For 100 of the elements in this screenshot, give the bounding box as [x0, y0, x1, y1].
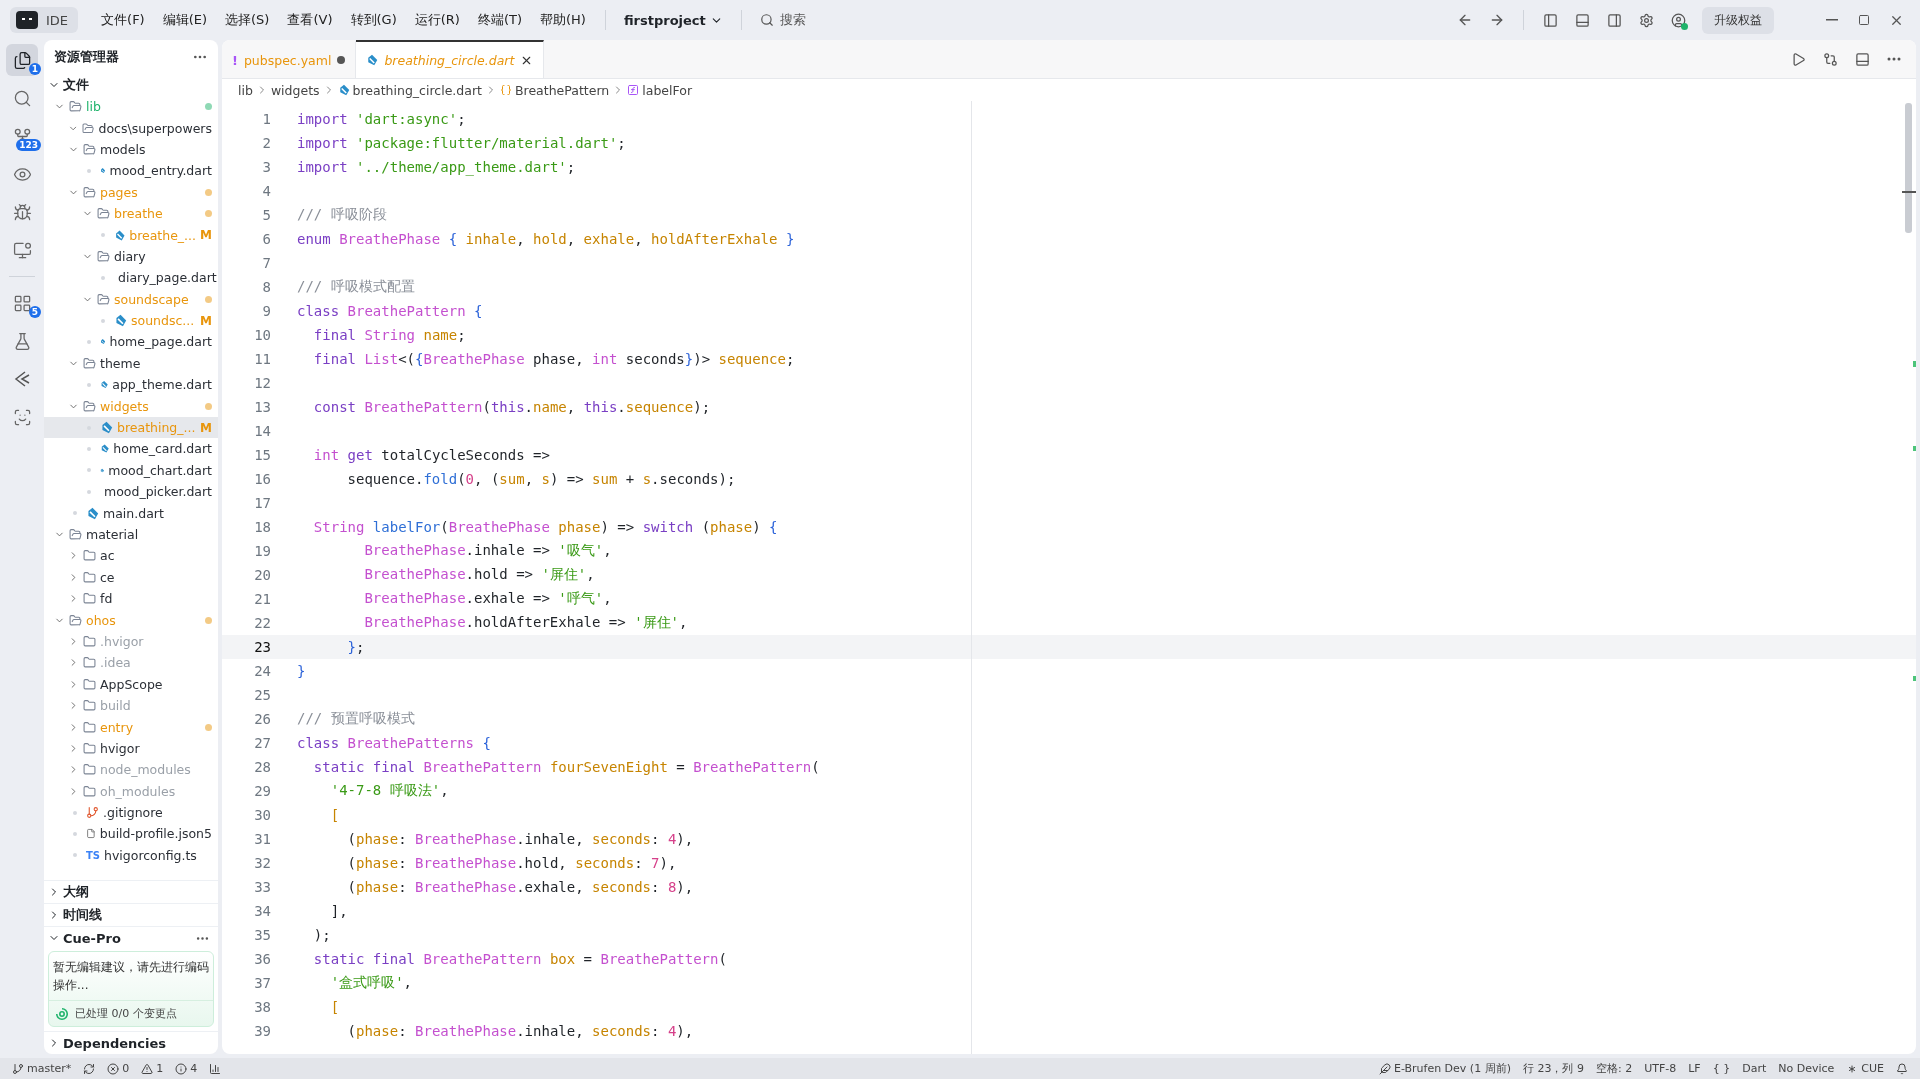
file-name: diary [114, 248, 147, 264]
line-number: 12 [253, 375, 272, 391]
status-item[interactable]: Dart [1742, 1062, 1767, 1075]
upgrade-button[interactable]: 升级权益 [1702, 6, 1774, 34]
file-name: hvigorconfig.ts [104, 847, 198, 863]
tree-item[interactable]: .gitignore [44, 801, 218, 824]
status-item[interactable]: 4 [175, 1062, 198, 1075]
menu-item[interactable]: 文件(F) [94, 7, 152, 33]
file-icon [86, 827, 96, 841]
breadcrumb-item[interactable]: breathing_circle.dart [337, 82, 482, 98]
activity-button[interactable]: 5 [6, 287, 38, 319]
tree-item[interactable]: TS hvigorconfig.ts [44, 844, 218, 867]
folder-icon [83, 549, 96, 563]
feather-icon [1378, 1062, 1391, 1075]
tree-item[interactable]: AppScope [44, 673, 218, 695]
grid-icon [12, 293, 32, 313]
status-item[interactable] [83, 1062, 96, 1075]
search-field[interactable]: 搜索 [753, 7, 812, 33]
breadcrumb-item[interactable]: widgets [270, 82, 320, 98]
tree-item[interactable]: ce [44, 566, 218, 588]
status-item[interactable]: { } [1712, 1062, 1731, 1075]
code-line: /// 呼吸阶段 [297, 206, 387, 224]
app-logo[interactable]: IDE [10, 7, 79, 33]
status-item[interactable]: LF [1688, 1062, 1701, 1075]
class-icon [500, 84, 512, 96]
folder-icon [83, 656, 96, 670]
git-icon [86, 806, 99, 820]
bullet-icon [87, 168, 91, 173]
tree-item[interactable]: theme [44, 352, 218, 375]
section-header[interactable]: Cue-Pro [44, 926, 218, 949]
tree-item[interactable]: mood_entry.dart [44, 160, 218, 182]
tree-item[interactable]: main.dart [44, 502, 218, 524]
tree-item[interactable]: hvigor [44, 737, 218, 760]
tree-item[interactable]: fd [44, 588, 218, 610]
tree-item[interactable]: home_card.dart [44, 438, 218, 460]
menu-item[interactable]: 查看(V) [280, 7, 340, 33]
tree-item[interactable]: docs\superpowers [44, 117, 218, 139]
line-number: 9 [261, 303, 272, 319]
code-line: String labelFor(BreathePhase phase) => switch (phase) { [312, 519, 778, 535]
status-item[interactable]: CUE [1846, 1062, 1884, 1075]
section-header[interactable]: 文件 [44, 74, 218, 96]
menu-item[interactable]: 运行(R) [407, 7, 467, 33]
file-name: build [100, 698, 132, 714]
breadcrumb-item[interactable]: lib [238, 82, 253, 98]
file-name: material [86, 527, 140, 542]
breadcrumb-item[interactable]: labelFor [627, 82, 693, 98]
tree-item[interactable]: mood_picker.dart [44, 481, 218, 503]
ts-icon: TS [86, 849, 100, 861]
status-item[interactable]: UTF-8 [1644, 1062, 1677, 1075]
project-selector[interactable]: firstproject [617, 8, 729, 32]
line-number: 10 [253, 327, 272, 343]
status-item[interactable] [1896, 1062, 1908, 1075]
status-item[interactable]: No Device [1778, 1062, 1835, 1075]
tree-item[interactable]: mood_chart.dart [44, 459, 218, 482]
warning-icon [141, 1062, 154, 1075]
line-number: 1 [261, 111, 272, 127]
status-item[interactable]: 空格: 2 [1595, 1061, 1633, 1076]
activity-button[interactable]: 1 [6, 44, 38, 76]
code-line: }; [346, 639, 365, 655]
menu-item[interactable]: 帮助(H) [533, 7, 593, 33]
file-name: soundsc... [131, 313, 196, 329]
tree-item[interactable]: app_theme.dart [44, 374, 218, 396]
status-item[interactable]: 行 23，列 9 [1522, 1061, 1584, 1076]
code-line: int get totalCycleSeconds => [312, 447, 550, 463]
status-item[interactable]: E-Brufen Dev (1 周前) [1378, 1061, 1511, 1076]
bell-icon [1896, 1062, 1908, 1075]
dart-file-icon [337, 84, 350, 96]
code-line: final String name; [312, 327, 466, 343]
section-header[interactable]: 时间线 [44, 903, 218, 926]
menu-item[interactable]: 终端(T) [470, 7, 529, 33]
code-line: class BreathePatterns { [297, 735, 491, 751]
count-badge: 123 [16, 139, 41, 151]
section-header[interactable]: Dependencies [44, 1031, 218, 1054]
tree-item[interactable]: home_page.dart [44, 331, 218, 353]
tree-item[interactable]: build-profile.json5 [44, 823, 218, 845]
panel-bottom-icon [1854, 51, 1870, 67]
line-number: 26 [253, 711, 272, 727]
tree-item[interactable]: diary [44, 245, 218, 268]
function-icon [627, 84, 640, 96]
menu-item[interactable]: 选择(S) [218, 7, 277, 33]
tree-item[interactable]: ac [44, 545, 218, 567]
breadcrumb-item[interactable]: BreathePattern [500, 82, 610, 98]
code-line: static final BreathePattern fourSevenEight = BreathePattern( [312, 759, 820, 775]
status-item[interactable]: 1 [141, 1062, 164, 1075]
menu-item[interactable]: 转到(G) [343, 7, 404, 33]
code-line: static final BreathePattern box = BreathePattern( [312, 951, 727, 967]
status-item[interactable] [209, 1062, 222, 1075]
section-header[interactable]: 大纲 [44, 880, 218, 903]
menu-item[interactable]: 编辑(E) [155, 7, 215, 33]
tree-item[interactable]: material [44, 523, 218, 546]
tree-item[interactable]: diary_page.dart [44, 267, 218, 289]
line-number: 20 [253, 567, 272, 583]
code-line: ); [312, 927, 331, 943]
status-item[interactable]: master* [12, 1062, 72, 1075]
tree-item[interactable]: models [44, 138, 218, 161]
folder-icon [83, 741, 96, 755]
code-line: class BreathePattern { [297, 303, 483, 319]
activity-button[interactable]: 123 [6, 120, 38, 152]
status-item[interactable]: 0 [107, 1062, 130, 1075]
file-name: entry [100, 719, 135, 735]
